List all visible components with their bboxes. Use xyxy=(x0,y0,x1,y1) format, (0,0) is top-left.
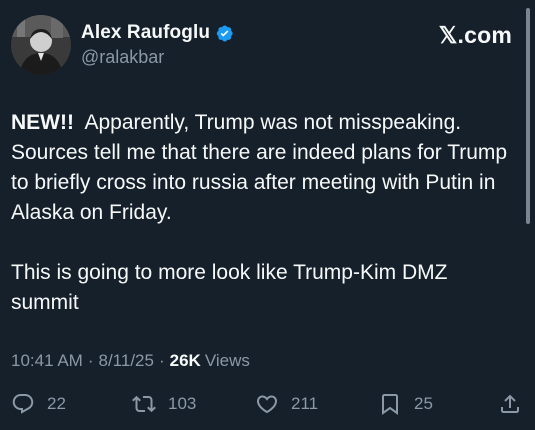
timestamp-date[interactable]: 8/11/25 xyxy=(99,351,154,371)
action-bar: 22 103 211 25 xyxy=(11,392,523,420)
tweet-body-1: Apparently, Trump was not misspeaking. S… xyxy=(11,111,508,224)
like-count: 211 xyxy=(291,394,319,413)
tweet-lead: NEW!! xyxy=(11,111,74,134)
scrollbar[interactable] xyxy=(526,8,530,224)
handle[interactable]: @ralakbar xyxy=(81,47,234,68)
timestamp-time[interactable]: 10:41 AM xyxy=(11,351,83,371)
share-button[interactable] xyxy=(498,392,522,416)
tweet-header: Alex Raufoglu @ralakbar 𝕏.com xyxy=(11,14,516,76)
bookmark-button[interactable]: 25 xyxy=(378,392,433,416)
bookmark-icon xyxy=(378,392,402,416)
verified-badge-icon xyxy=(215,24,234,43)
like-button[interactable]: 211 xyxy=(255,392,318,416)
repost-count: 103 xyxy=(168,394,197,413)
bookmark-count: 25 xyxy=(414,394,433,413)
share-upload-icon xyxy=(498,392,522,416)
reply-button[interactable]: 22 xyxy=(11,392,66,416)
meta-separator: · xyxy=(87,351,94,370)
tweet-text: NEW!! Apparently, Trump was not misspeak… xyxy=(11,108,516,318)
repost-button[interactable]: 103 xyxy=(132,392,196,416)
avatar[interactable] xyxy=(11,15,71,75)
reply-count: 22 xyxy=(47,394,66,413)
tweet-paragraph-1: NEW!! Apparently, Trump was not misspeak… xyxy=(11,108,516,228)
repost-arrows-icon xyxy=(132,392,156,416)
heart-icon xyxy=(255,392,279,416)
display-name[interactable]: Alex Raufoglu xyxy=(81,22,210,44)
meta-separator: · xyxy=(158,351,165,370)
tweet-paragraph-2: This is going to more look like Trump-Ki… xyxy=(11,261,448,314)
brand-logo: 𝕏.com xyxy=(438,22,512,48)
views-count: 26K xyxy=(169,351,201,370)
tweet-meta: 10:41 AM · 8/11/25 · 26K Views xyxy=(11,351,250,371)
speech-bubble-icon xyxy=(11,392,35,416)
views-label: Views xyxy=(204,351,250,370)
